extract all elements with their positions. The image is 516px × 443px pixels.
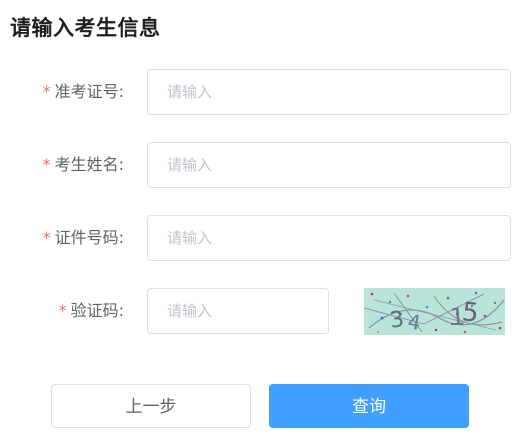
previous-step-button[interactable]: 上一步 xyxy=(51,384,251,428)
id-number-label: * 证件号码: xyxy=(43,215,124,261)
id-number-input[interactable] xyxy=(147,215,511,261)
ticket-number-input[interactable] xyxy=(147,69,511,115)
captcha-graphic: 3 4 1 5 xyxy=(364,288,505,335)
required-mark: * xyxy=(58,301,67,320)
captcha-label: * 验证码: xyxy=(59,288,124,334)
form-row-candidate-name: * 考生姓名: xyxy=(0,142,516,188)
candidate-name-label: * 考生姓名: xyxy=(43,142,124,188)
captcha-input[interactable] xyxy=(147,288,329,334)
required-mark: * xyxy=(42,82,51,101)
form-row-ticket-number: * 准考证号: xyxy=(0,69,516,115)
candidate-name-input[interactable] xyxy=(147,142,511,188)
id-number-label-text: 证件号码: xyxy=(54,228,124,247)
ticket-number-label: * 准考证号: xyxy=(43,69,124,115)
captcha-char: 5 xyxy=(461,297,481,329)
page-title: 请输入考生信息 xyxy=(10,16,161,40)
required-mark: * xyxy=(42,228,51,247)
query-button[interactable]: 查询 xyxy=(269,384,469,428)
candidate-name-label-text: 考生姓名: xyxy=(54,155,124,174)
captcha-image[interactable]: 3 4 1 5 xyxy=(364,288,505,335)
captcha-label-text: 验证码: xyxy=(70,301,124,320)
form-row-captcha: * 验证码: 请输入 3 4 1 5 xyxy=(0,288,516,335)
form-row-id-number: * 证件号码: xyxy=(0,215,516,261)
required-mark: * xyxy=(42,155,51,174)
ticket-number-label-text: 准考证号: xyxy=(54,82,124,101)
